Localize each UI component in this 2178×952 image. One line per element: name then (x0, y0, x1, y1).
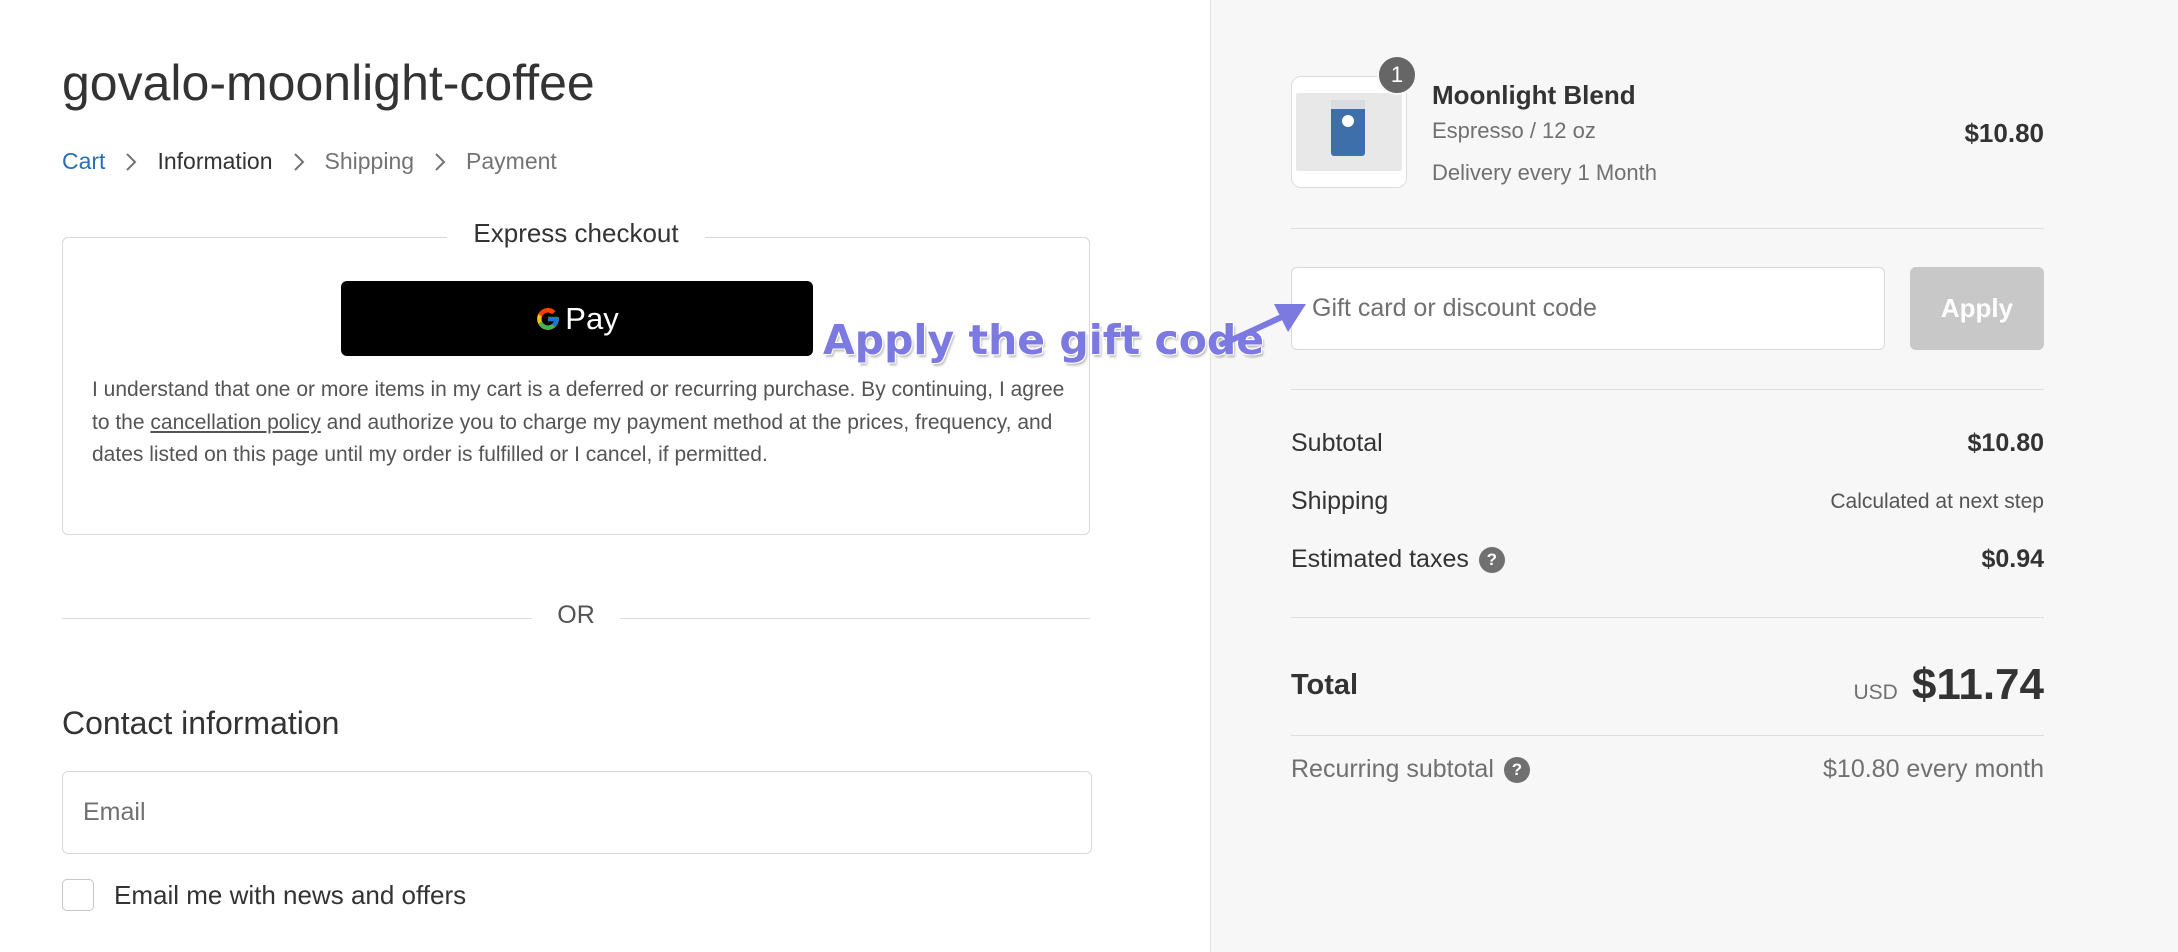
total-value: $11.74 (1911, 660, 2044, 709)
currency-code: USD (1853, 681, 1898, 704)
or-text: OR (557, 601, 595, 629)
breadcrumb-shipping: Shipping (324, 148, 415, 174)
annotation-arrow-icon (1219, 304, 1306, 347)
recurring-subtotal-label: Recurring subtotal (1291, 755, 1494, 783)
subtotal-value: $10.80 (1967, 429, 2044, 457)
product-name: Moonlight Blend (1432, 80, 1636, 110)
summary-divider (1291, 389, 2044, 390)
store-title: govalo-moonlight-coffee (62, 55, 595, 111)
total-label: Total (1291, 668, 1359, 701)
summary-divider (1291, 228, 2044, 229)
breadcrumb-cart[interactable]: Cart (62, 148, 105, 175)
summary-divider (1291, 735, 2044, 736)
recurring-subtotal-row: Recurring subtotal? $10.80 every month (1291, 755, 2044, 784)
chevron-right-icon (293, 152, 304, 171)
annotation-label: Apply the gift code (823, 316, 1265, 364)
recurring-subtotal-value: $10.80 every month (1823, 755, 2044, 783)
breadcrumb-information: Information (157, 148, 273, 174)
google-g-icon (537, 307, 560, 330)
cancellation-policy-link[interactable]: cancellation policy (150, 411, 320, 434)
taxes-label: Estimated taxes (1291, 545, 1469, 573)
subtotal-label: Subtotal (1291, 429, 1383, 457)
product-price: $10.80 (1964, 118, 2044, 148)
breadcrumb: Cart Information Shipping Payment (62, 148, 557, 175)
express-checkout: Express checkout Pay I understand that o… (62, 218, 1090, 535)
google-pay-label: Pay (565, 300, 619, 336)
contact-information-title: Contact information (62, 705, 340, 741)
taxes-value: $0.94 (1981, 545, 2044, 573)
coffee-bag-image (1331, 100, 1365, 156)
divider-line (620, 618, 1090, 619)
newsletter-option[interactable]: Email me with news and offers (62, 879, 466, 911)
product-delivery-frequency: Delivery every 1 Month (1432, 160, 1657, 185)
product-variant: Espresso / 12 oz (1432, 118, 1596, 143)
shipping-label: Shipping (1291, 487, 1389, 515)
checkout-main: govalo-moonlight-coffee Cart Information… (0, 0, 1210, 952)
newsletter-checkbox[interactable] (62, 879, 94, 911)
total-row: Total USD $11.74 (1291, 660, 2044, 710)
help-icon[interactable]: ? (1478, 546, 1505, 573)
chevron-right-icon (126, 152, 137, 171)
apply-discount-button[interactable]: Apply (1910, 267, 2044, 350)
quantity-badge: 1 (1377, 55, 1417, 95)
breadcrumb-payment: Payment (466, 148, 557, 174)
help-icon[interactable]: ? (1503, 756, 1530, 783)
subtotal-row: Subtotal $10.80 (1291, 429, 2044, 458)
shipping-value: Calculated at next step (1830, 489, 2044, 513)
express-checkout-title: Express checkout (447, 218, 705, 248)
shipping-row: Shipping Calculated at next step (1291, 487, 2044, 516)
or-divider: OR (62, 601, 1090, 637)
chevron-right-icon (435, 152, 446, 171)
google-pay-button[interactable]: Pay (341, 281, 813, 356)
email-field[interactable] (62, 771, 1092, 854)
discount-code-input[interactable] (1291, 267, 1885, 350)
recurring-disclaimer: I understand that one or more items in m… (92, 378, 1065, 466)
taxes-row: Estimated taxes? $0.94 (1291, 545, 2044, 574)
newsletter-label[interactable]: Email me with news and offers (114, 880, 466, 911)
summary-divider (1291, 617, 2044, 618)
